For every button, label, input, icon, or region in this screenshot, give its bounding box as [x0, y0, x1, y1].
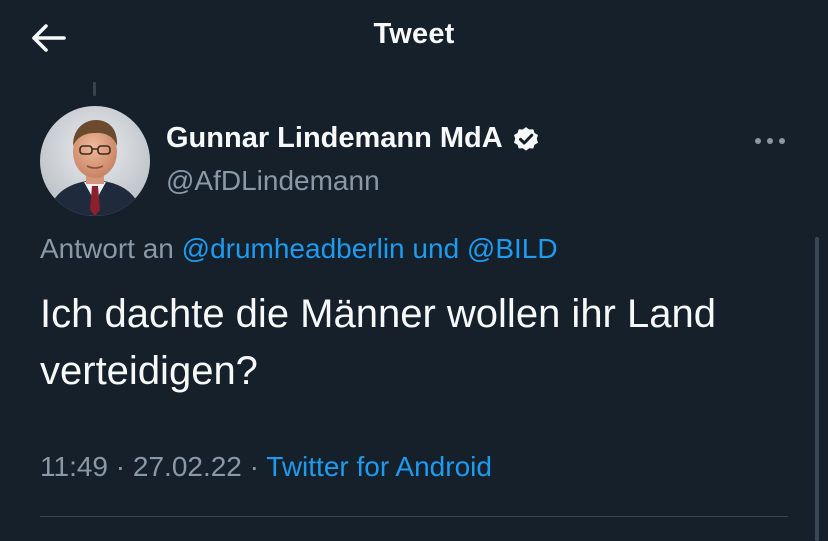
- page-title: Tweet: [373, 18, 455, 50]
- more-options-button[interactable]: [748, 126, 792, 156]
- author-handle[interactable]: @AfDLindemann: [166, 165, 380, 197]
- reply-joiner[interactable]: und: [412, 233, 459, 264]
- tweet-text-line: Ich dachte die Männer wollen ihr Land: [40, 292, 716, 336]
- reply-context: Antwort an @drumheadberlin und @BILD: [40, 233, 558, 265]
- author-avatar[interactable]: [40, 106, 150, 216]
- scrollbar[interactable]: [815, 237, 819, 541]
- tweet-text: Ich dachte die Männer wollen ihr Land ve…: [40, 286, 800, 400]
- meta-separator: ·: [249, 451, 259, 482]
- author-name: Gunnar Lindemann MdA: [166, 122, 503, 154]
- more-horizontal-icon: [755, 138, 785, 144]
- author-name-row[interactable]: Gunnar Lindemann MdA: [166, 122, 541, 155]
- avatar-photo: [40, 106, 150, 216]
- divider: [40, 516, 788, 517]
- thread-connector-line: [93, 82, 96, 96]
- top-bar: Tweet: [0, 0, 828, 78]
- reply-prefix: Antwort an: [40, 233, 174, 264]
- tweet-time[interactable]: 11:49: [40, 451, 108, 482]
- mention-link-bild[interactable]: @BILD: [467, 233, 558, 264]
- tweet-detail-screen: Tweet Gunnar Lindemann MdA @AfDLindemann…: [0, 0, 828, 541]
- tweet-source-link[interactable]: Twitter for Android: [266, 451, 492, 482]
- meta-separator: ·: [115, 451, 126, 482]
- tweet-date[interactable]: 27.02.22: [133, 451, 242, 482]
- verified-badge-icon: [511, 124, 541, 154]
- tweet-text-line: verteidigen?: [40, 349, 258, 393]
- mention-link-drumheadberlin[interactable]: @drumheadberlin: [182, 233, 405, 264]
- tweet-meta: 11:49 · 27.02.22 · Twitter for Android: [40, 451, 492, 483]
